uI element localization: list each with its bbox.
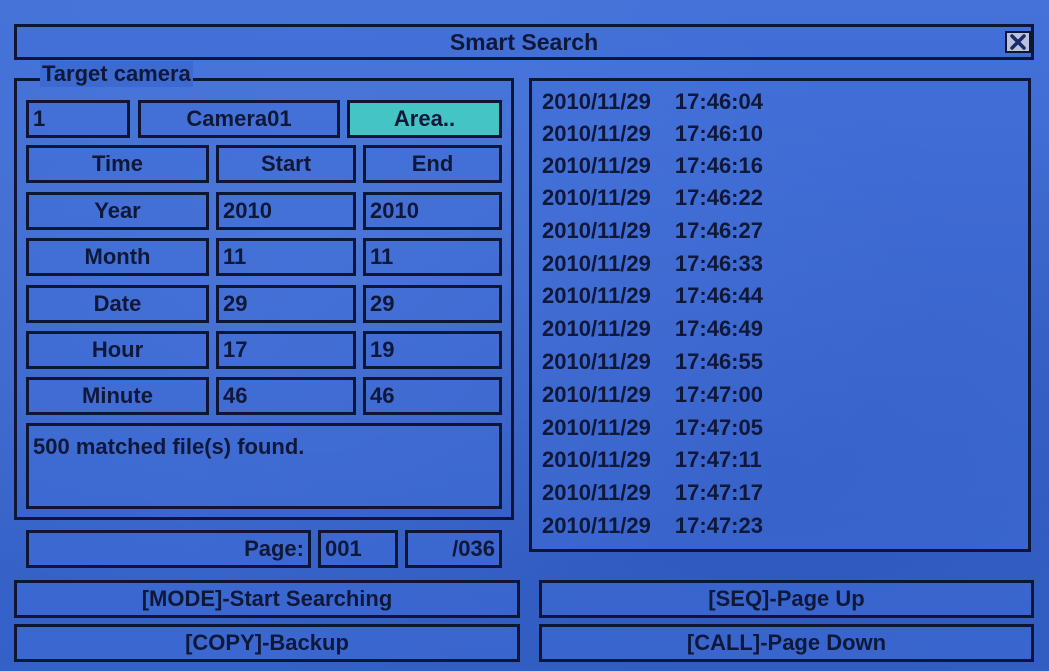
page-down-button[interactable]: [CALL]-Page Down (539, 624, 1034, 662)
hour-label: Hour (26, 331, 209, 369)
window-title: Smart Search (14, 24, 1034, 60)
minute-label: Minute (26, 377, 209, 415)
list-item[interactable]: 2010/11/29 17:46:10 (542, 121, 763, 147)
month-label: Month (26, 238, 209, 276)
date-end-field[interactable]: 29 (363, 285, 502, 323)
time-header: Time (26, 145, 209, 183)
year-label: Year (26, 192, 209, 230)
list-item[interactable]: 2010/11/29 17:47:00 (542, 382, 763, 408)
minute-end-field[interactable]: 46 (363, 377, 502, 415)
start-searching-button[interactable]: [MODE]-Start Searching (14, 580, 520, 618)
year-end-field[interactable]: 2010 (363, 192, 502, 230)
close-button[interactable] (1005, 31, 1031, 53)
page-total: /036 (405, 530, 502, 568)
date-start-field[interactable]: 29 (216, 285, 356, 323)
hour-end-field[interactable]: 19 (363, 331, 502, 369)
page-current-field[interactable]: 001 (318, 530, 398, 568)
hour-start-field[interactable]: 17 (216, 331, 356, 369)
page-up-button[interactable]: [SEQ]-Page Up (539, 580, 1034, 618)
list-item[interactable]: 2010/11/29 17:47:23 (542, 513, 763, 539)
minute-start-field[interactable]: 46 (216, 377, 356, 415)
date-label: Date (26, 285, 209, 323)
list-item[interactable]: 2010/11/29 17:46:22 (542, 185, 763, 211)
end-header: End (363, 145, 502, 183)
list-item[interactable]: 2010/11/29 17:46:04 (542, 89, 763, 115)
status-message: 500 matched file(s) found. (26, 423, 502, 509)
page-label: Page: (26, 530, 311, 568)
list-item[interactable]: 2010/11/29 17:46:33 (542, 251, 763, 277)
results-list[interactable]: 2010/11/29 17:46:04 2010/11/29 17:46:10 20… (529, 78, 1031, 552)
list-item[interactable]: 2010/11/29 17:46:49 (542, 316, 763, 342)
status-message-text: 500 matched file(s) found. (33, 434, 305, 459)
list-item[interactable]: 2010/11/29 17:47:17 (542, 480, 763, 506)
list-item[interactable]: 2010/11/29 17:46:27 (542, 218, 763, 244)
month-end-field[interactable]: 11 (363, 238, 502, 276)
start-header: Start (216, 145, 356, 183)
list-item[interactable]: 2010/11/29 17:46:44 (542, 283, 763, 309)
month-start-field[interactable]: 11 (216, 238, 356, 276)
list-item[interactable]: 2010/11/29 17:46:55 (542, 349, 763, 375)
close-icon (1010, 34, 1026, 50)
camera-name-field[interactable]: Camera01 (138, 100, 340, 138)
camera-number-field[interactable]: 1 (26, 100, 130, 138)
year-start-field[interactable]: 2010 (216, 192, 356, 230)
target-camera-legend: Target camera (40, 61, 193, 87)
area-button[interactable]: Area.. (347, 100, 502, 138)
backup-button[interactable]: [COPY]-Backup (14, 624, 520, 662)
list-item[interactable]: 2010/11/29 17:46:16 (542, 153, 763, 179)
list-item[interactable]: 2010/11/29 17:47:05 (542, 415, 763, 441)
list-item[interactable]: 2010/11/29 17:47:11 (542, 447, 762, 473)
